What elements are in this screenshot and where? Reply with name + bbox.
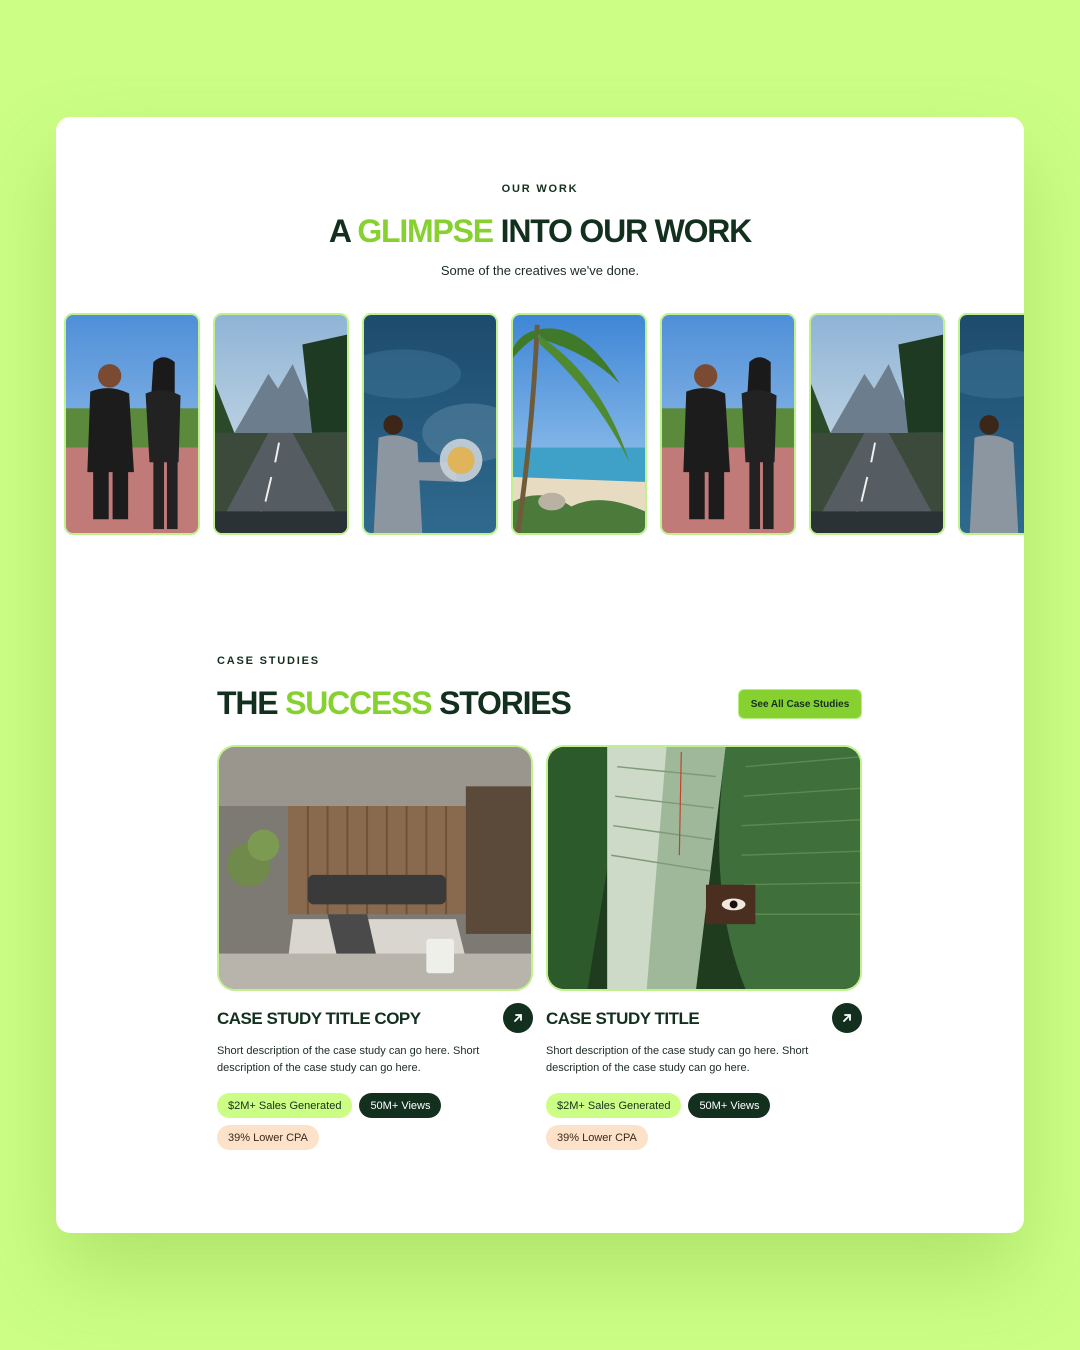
case-study-title-row: CASE STUDY TITLE COPY [217, 1003, 533, 1033]
case-study-card[interactable]: CASE STUDY TITLE COPY Short description … [217, 745, 533, 1150]
case-study-title[interactable]: CASE STUDY TITLE [546, 1009, 700, 1029]
work-gallery[interactable] [64, 313, 1024, 535]
arrow-up-right-icon[interactable] [832, 1003, 862, 1033]
case-study-description: Short description of the case study can … [217, 1045, 480, 1074]
our-work-heading: A GLIMPSE INTO OUR WORK [56, 213, 1024, 250]
heading-part: THE [217, 685, 286, 721]
case-study-image-bedroom-interior[interactable] [217, 745, 533, 991]
case-study-card[interactable]: CASE STUDY TITLE Short description of th… [546, 745, 862, 1150]
case-study-tags: $2M+ Sales Generated 50M+ Views 39% Lowe… [217, 1093, 507, 1150]
tag-sales: $2M+ Sales Generated [546, 1093, 682, 1118]
gallery-tile-dancing-couple[interactable] [64, 313, 200, 535]
case-studies-heading: THE SUCCESS STORIES [217, 685, 572, 722]
our-work-subtitle: Some of the creatives we've done. [440, 263, 640, 278]
case-study-tags: $2M+ Sales Generated 50M+ Views 39% Lowe… [546, 1093, 836, 1150]
heading-highlight: SUCCESS [285, 685, 433, 721]
heading-part: STORIES [431, 685, 572, 721]
heading-highlight: GLIMPSE [357, 213, 494, 249]
tag-cpa: 39% Lower CPA [217, 1125, 319, 1150]
gallery-tile-dancing-couple[interactable] [660, 313, 796, 535]
case-study-title[interactable]: CASE STUDY TITLE COPY [217, 1009, 421, 1029]
case-study-description: Short description of the case study can … [546, 1045, 809, 1074]
case-study-title-row: CASE STUDY TITLE [546, 1003, 862, 1033]
tag-views: 50M+ Views [688, 1093, 771, 1118]
page-card: OUR WORK A GLIMPSE INTO OUR WORK Some of… [56, 117, 1024, 1233]
tag-views: 50M+ Views [359, 1093, 442, 1118]
arrow-up-right-icon[interactable] [503, 1003, 533, 1033]
gallery-tile-palm-beach[interactable] [511, 313, 647, 535]
gallery-tile-astronaut-helmet[interactable] [362, 313, 498, 535]
case-studies-eyebrow: CASE STUDIES [217, 655, 320, 667]
tag-cpa: 39% Lower CPA [546, 1125, 648, 1150]
heading-part: A [328, 213, 358, 249]
tag-sales: $2M+ Sales Generated [217, 1093, 353, 1118]
gallery-tile-astronaut-helmet[interactable] [958, 313, 1024, 535]
our-work-eyebrow: OUR WORK [501, 183, 579, 195]
gallery-tile-mountain-road[interactable] [809, 313, 945, 535]
gallery-tile-mountain-road[interactable] [213, 313, 349, 535]
heading-part: INTO OUR WORK [492, 213, 753, 249]
see-all-case-studies-button[interactable]: See All Case Studies [738, 689, 862, 719]
case-study-image-banana-leaf-face[interactable] [546, 745, 862, 991]
